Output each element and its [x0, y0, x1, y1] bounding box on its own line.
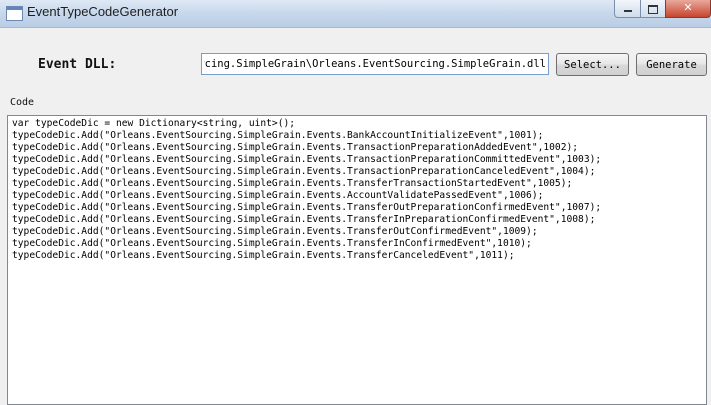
window-title: EventTypeCodeGenerator [27, 4, 179, 19]
code-label: Code [10, 97, 35, 108]
code-line: var typeCodeDic = new Dictionary<string,… [12, 118, 296, 129]
minimize-icon [623, 9, 632, 12]
app-window-icon [6, 6, 23, 21]
code-line: typeCodeDic.Add("Orleans.EventSourcing.S… [12, 250, 515, 261]
code-line: typeCodeDic.Add("Orleans.EventSourcing.S… [12, 238, 532, 249]
event-dll-label: Event DLL: [38, 57, 117, 72]
dll-path-input[interactable] [201, 53, 549, 75]
close-button[interactable]: ✕ [665, 0, 711, 18]
code-line: typeCodeDic.Add("Orleans.EventSourcing.S… [12, 142, 579, 153]
code-line: typeCodeDic.Add("Orleans.EventSourcing.S… [12, 130, 544, 141]
code-line: typeCodeDic.Add("Orleans.EventSourcing.S… [12, 214, 596, 225]
form-client-area: Event DLL: Select... Generate Code var t… [2, 28, 709, 405]
close-icon: ✕ [683, 1, 693, 14]
code-line: typeCodeDic.Add("Orleans.EventSourcing.S… [12, 166, 596, 177]
code-line: typeCodeDic.Add("Orleans.EventSourcing.S… [12, 202, 602, 213]
code-line: typeCodeDic.Add("Orleans.EventSourcing.S… [12, 178, 573, 189]
code-line: typeCodeDic.Add("Orleans.EventSourcing.S… [12, 190, 544, 201]
maximize-icon [648, 4, 658, 14]
code-line: typeCodeDic.Add("Orleans.EventSourcing.S… [12, 226, 538, 237]
code-line: typeCodeDic.Add("Orleans.EventSourcing.S… [12, 154, 602, 165]
select-button[interactable]: Select... [556, 53, 629, 76]
code-textbox[interactable]: var typeCodeDic = new Dictionary<string,… [7, 115, 707, 405]
title-bar[interactable]: EventTypeCodeGenerator ✕ [0, 0, 711, 28]
maximize-button[interactable] [640, 0, 666, 18]
generate-button[interactable]: Generate [636, 53, 707, 76]
minimize-button[interactable] [614, 0, 641, 18]
